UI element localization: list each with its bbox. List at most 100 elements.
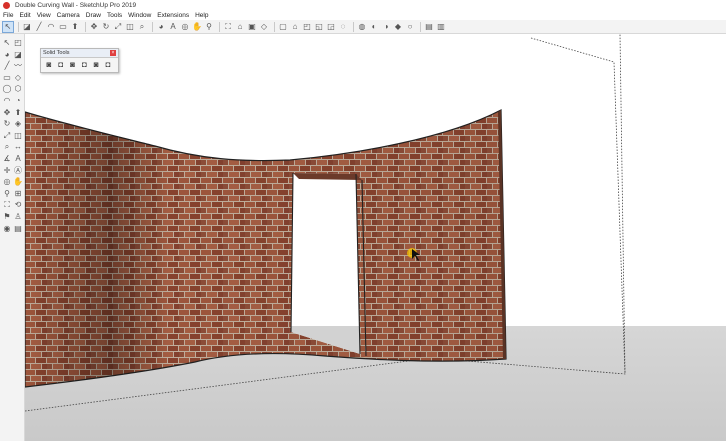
iso-view-icon[interactable]: ◇ — [259, 22, 269, 32]
dimension-icon[interactable]: ↔ — [13, 142, 23, 152]
walk-icon[interactable]: ♙ — [13, 212, 23, 222]
warehouse-icon[interactable]: ⌂ — [235, 22, 245, 32]
pan-icon[interactable]: ✋ — [13, 177, 23, 187]
rectangle-icon[interactable]: ▭ — [2, 73, 12, 83]
door-lintel — [293, 173, 362, 180]
paint-icon[interactable]: ◕ — [2, 50, 12, 60]
shaded-texture-icon[interactable]: ◆ — [393, 22, 403, 32]
large-tool-set: ↖ ◰ ◕ ◪ ╱ 〰 ▭ ◇ ◯ ⬡ ◠ ◔ ✥ ⬆ ↻ ◈ ⤢ ◫ ⌕ ↔ ∡ A ✛ Ⓐ ◎ ✋ ⚲ ⊞ ⛶ ⟲ ⚑ ♙ ◉ ▤ — [0, 34, 25, 441]
solid-tools-toolbar[interactable]: Solid Tools × ◙ ◘ ◙ ◘ ◙ ◘ — [40, 48, 119, 73]
shaded-icon[interactable]: ◑ — [381, 22, 391, 32]
solid-tools-header[interactable]: Solid Tools × — [41, 49, 118, 58]
zoom-icon[interactable]: ⚲ — [2, 189, 12, 199]
menu-window[interactable]: Window — [128, 12, 151, 19]
line-icon[interactable]: ╱ — [2, 61, 12, 71]
back-view-icon[interactable]: ◱ — [314, 22, 324, 32]
text-icon[interactable]: A — [168, 22, 178, 32]
rotated-rect-icon[interactable]: ◇ — [13, 73, 23, 83]
text-icon[interactable]: A — [13, 154, 23, 164]
zoom-window-icon[interactable]: ⊞ — [13, 189, 23, 199]
menu-draw[interactable]: Draw — [86, 12, 101, 19]
split-icon[interactable]: ◘ — [103, 60, 113, 70]
window-title: Double Curving Wall - SketchUp Pro 2019 — [15, 2, 137, 9]
shape-icon[interactable]: ▭ — [58, 22, 68, 32]
orbit-icon[interactable]: ◎ — [180, 22, 190, 32]
toolbar-separator — [219, 21, 220, 32]
solid-tools-buttons: ◙ ◘ ◙ ◘ ◙ ◘ — [41, 58, 118, 72]
arc-icon[interactable]: ◠ — [2, 96, 12, 106]
wireframe-icon[interactable]: ◍ — [357, 22, 367, 32]
pan-icon[interactable]: ✋ — [192, 22, 202, 32]
outer-shell-icon[interactable]: ◙ — [44, 60, 54, 70]
scale-icon[interactable]: ⤢ — [2, 131, 12, 141]
front-view-icon[interactable]: ⌂ — [290, 22, 300, 32]
subtract-icon[interactable]: ◘ — [79, 60, 89, 70]
follow-me-icon[interactable]: ◈ — [13, 119, 23, 129]
right-view-icon[interactable]: ◰ — [302, 22, 312, 32]
line-icon[interactable]: ╱ — [34, 22, 44, 32]
left-view-icon[interactable]: ◲ — [326, 22, 336, 32]
rotate-icon[interactable]: ↻ — [101, 22, 111, 32]
zoom-extents-icon[interactable]: ⛶ — [223, 22, 233, 32]
union-icon[interactable]: ◙ — [68, 60, 78, 70]
protractor-icon[interactable]: ∡ — [2, 154, 12, 164]
menu-file[interactable]: File — [3, 12, 13, 19]
component-icon[interactable]: ◰ — [13, 38, 23, 48]
menu-tools[interactable]: Tools — [107, 12, 122, 19]
section-display-icon[interactable]: ▥ — [436, 22, 446, 32]
menu-bar: File Edit View Camera Draw Tools Window Extensi… — [0, 11, 726, 20]
xray-icon[interactable]: ◌ — [338, 22, 348, 32]
select-icon[interactable]: ↖ — [2, 38, 12, 48]
section-plane-icon[interactable]: ▤ — [13, 224, 23, 234]
tape-icon[interactable]: ⌕ — [2, 142, 12, 152]
title-bar: Double Curving Wall - SketchUp Pro 2019 — [0, 0, 726, 11]
rotate-icon[interactable]: ↻ — [2, 119, 12, 129]
arc-icon[interactable]: ◠ — [46, 22, 56, 32]
zoom-extents-icon[interactable]: ⛶ — [2, 200, 12, 210]
main-toolbar: ↖ ◪ ╱ ◠ ▭ ⬆ ✥ ↻ ⤢ ◫ ⌕ ◕ A ◎ ✋ ⚲ ⛶ ⌂ ▣ ◇ ▢ ⌂ ◰ ◱ ◲ ◌ ◍ ◐ ◑ ◆ ○ ▤ ▥ — [0, 20, 726, 34]
zoom-icon[interactable]: ⚲ — [204, 22, 214, 32]
top-view-icon[interactable]: ▢ — [278, 22, 288, 32]
menu-edit[interactable]: Edit — [19, 12, 30, 19]
polygon-icon[interactable]: ⬡ — [13, 84, 23, 94]
menu-help[interactable]: Help — [195, 12, 208, 19]
move-icon[interactable]: ✥ — [89, 22, 99, 32]
axes-icon[interactable]: ✛ — [2, 166, 12, 176]
section-plane-icon[interactable]: ▤ — [424, 22, 434, 32]
orbit-icon[interactable]: ◎ — [2, 177, 12, 187]
freehand-icon[interactable]: 〰 — [13, 61, 23, 71]
circle-icon[interactable]: ◯ — [2, 84, 12, 94]
menu-view[interactable]: View — [37, 12, 51, 19]
toolbar-separator — [274, 21, 275, 32]
intersect-icon[interactable]: ◘ — [56, 60, 66, 70]
push-pull-icon[interactable]: ⬆ — [13, 108, 23, 118]
move-icon[interactable]: ✥ — [2, 108, 12, 118]
close-icon[interactable]: × — [110, 50, 116, 56]
select-icon[interactable]: ↖ — [2, 20, 14, 33]
paint-bucket-icon[interactable]: ◕ — [156, 22, 166, 32]
offset-icon[interactable]: ◫ — [125, 22, 135, 32]
scene-canvas[interactable] — [25, 34, 726, 441]
menu-extensions[interactable]: Extensions — [157, 12, 189, 19]
toolbar-separator — [420, 21, 421, 32]
pie-icon[interactable]: ◔ — [13, 96, 23, 106]
menu-camera[interactable]: Camera — [57, 12, 80, 19]
tape-measure-icon[interactable]: ⌕ — [137, 22, 147, 32]
eraser-icon[interactable]: ◪ — [13, 50, 23, 60]
look-around-icon[interactable]: ◉ — [2, 224, 12, 234]
monochrome-icon[interactable]: ○ — [405, 22, 415, 32]
trim-icon[interactable]: ◙ — [91, 60, 101, 70]
toolbar-separator — [85, 21, 86, 32]
3d-text-icon[interactable]: Ⓐ — [13, 166, 23, 176]
previous-view-icon[interactable]: ⟲ — [13, 200, 23, 210]
sketchup-logo-icon — [3, 2, 10, 9]
hidden-line-icon[interactable]: ◐ — [369, 22, 379, 32]
position-camera-icon[interactable]: ⚑ — [2, 212, 12, 222]
offset-icon[interactable]: ◫ — [13, 131, 23, 141]
extension-icon[interactable]: ▣ — [247, 22, 257, 32]
push-pull-icon[interactable]: ⬆ — [70, 22, 80, 32]
3d-viewport[interactable] — [25, 34, 726, 441]
scale-icon[interactable]: ⤢ — [113, 22, 123, 32]
solid-tools-title: Solid Tools — [43, 50, 70, 56]
eraser-icon[interactable]: ◪ — [22, 22, 32, 32]
